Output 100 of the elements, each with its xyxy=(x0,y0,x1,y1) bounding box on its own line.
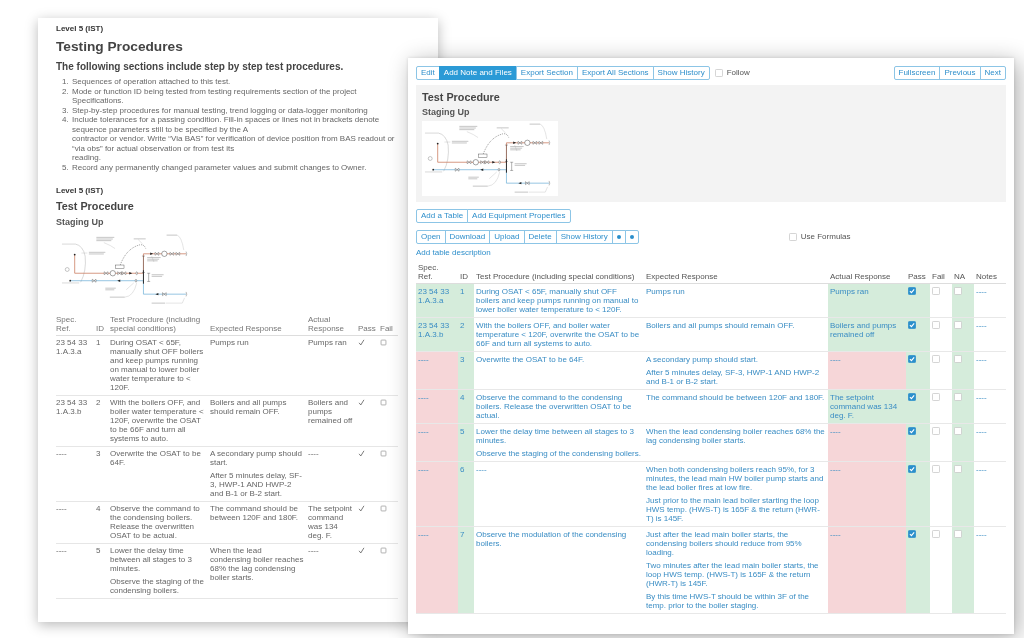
list-item-text: reading. xyxy=(72,153,102,163)
section-subtitle: Staging Up xyxy=(56,217,105,228)
table-cell: Boilers and pumps remained off xyxy=(308,395,358,447)
cell-text: By this time HWS-T should be within 3F of the temp. prior to the boiler staging. xyxy=(646,592,811,610)
cell-text: With the boilers OFF, and boiler water temperature < 120F, overwrite the OSAT to be 66F and turn all systems to auto. xyxy=(110,398,205,443)
table-cell: ---- xyxy=(56,446,96,502)
toolbar-button[interactable]: Export Section xyxy=(515,66,578,80)
cell-text: Observe the staging of the condensing boilers. xyxy=(110,577,205,595)
column-header: Expected Response xyxy=(646,272,718,281)
section-button[interactable]: Add a Table xyxy=(416,209,469,223)
cell-text: Observe the command to the condensing boilers. Release the overwritten OSAT to be actual. xyxy=(476,393,633,420)
cell-text: A secondary pump should start. xyxy=(210,449,304,467)
section-button[interactable]: Add Equipment Properties xyxy=(467,209,571,223)
cell-text: When the lead condensing boiler reaches 68% the lag condensing boiler starts. xyxy=(646,427,825,445)
cell-text: When the lead condensing boiler reaches 68% the lag condensing boiler starts. xyxy=(210,546,304,582)
table-cell: ---- xyxy=(974,461,1006,527)
table-button[interactable]: Download xyxy=(444,230,491,244)
table-cell: ---- xyxy=(308,543,358,599)
checkbox[interactable] xyxy=(788,233,797,241)
checkbox-label: Follow xyxy=(726,68,750,78)
table-cell: ---- xyxy=(416,526,458,614)
table-button[interactable]: Show History xyxy=(555,230,613,244)
table-cell: 4 xyxy=(96,501,110,544)
checkbox[interactable] xyxy=(954,321,962,329)
checkbox[interactable] xyxy=(908,465,916,473)
checkbox[interactable] xyxy=(714,69,723,77)
cell-text: Overwrite the OSAT to be 64F. xyxy=(476,355,586,364)
checkbox[interactable] xyxy=(954,465,962,473)
checkbox[interactable] xyxy=(908,287,916,295)
checkbox[interactable] xyxy=(954,355,962,363)
column-header: Test Procedure (including special conditions) xyxy=(110,315,202,333)
page-subtitle: The following sections include step by step test procedures. xyxy=(56,60,345,73)
cell-text: Boilers and all pumps should remain OFF. xyxy=(646,321,796,330)
cell-text: Overwrite the OSAT to be 64F. xyxy=(110,449,202,467)
checkbox-label: Use Formulas xyxy=(800,232,851,242)
checkbox[interactable] xyxy=(954,427,962,435)
cell-text: Pumps run xyxy=(210,338,250,347)
cell-text: When both condensing boilers reach 95%, for 3 minutes, the lead main HW boiler pump starts and the lead boiler fires at low fire. xyxy=(646,465,825,492)
checkbox[interactable] xyxy=(932,530,940,538)
list-number: 2. xyxy=(62,86,70,98)
table-cell: ---- xyxy=(974,283,1006,318)
table-button[interactable]: Delete xyxy=(523,230,557,244)
table-cell: 1 xyxy=(96,335,110,396)
table-cell: ---- xyxy=(828,423,906,462)
column-header: NA xyxy=(954,272,966,281)
cell-text: Two minutes after the lead main boiler starts, the loop HWS temp. (HWS-T) is 165F & the return (HWR-T) is 145F. xyxy=(646,561,820,588)
checkbox[interactable] xyxy=(932,465,940,473)
table-cell: 3 xyxy=(458,351,474,390)
toolbar-button[interactable]: Export All Sections xyxy=(576,66,654,80)
nav-button[interactable]: Next xyxy=(979,66,1006,80)
dot-icon xyxy=(616,235,621,239)
table-cell: ---- xyxy=(416,389,458,424)
checkbox[interactable] xyxy=(932,427,940,435)
checkbox[interactable] xyxy=(908,530,916,538)
toolbar-button[interactable]: Edit xyxy=(416,66,440,80)
table-cell: The setpoint command was 134 deg. F. xyxy=(828,389,906,424)
table-cell: 7 xyxy=(458,526,474,614)
cell-text: Boilers and all pumps should remain OFF. xyxy=(210,398,288,416)
column-header: Actual Response xyxy=(308,315,346,333)
checkbox[interactable] xyxy=(954,530,962,538)
checkbox[interactable] xyxy=(908,355,916,363)
checkbox[interactable] xyxy=(954,393,962,401)
nav-button[interactable]: Fullscreen xyxy=(893,66,941,80)
checkbox[interactable] xyxy=(908,427,916,435)
cell-text: Just after the lead main boiler starts, the condensing boilers should reduce from 95% loading. xyxy=(646,530,803,557)
checkbox[interactable] xyxy=(908,321,916,329)
table-cell: ---- xyxy=(56,543,96,599)
table-cell: Pumps ran xyxy=(308,335,358,396)
cell-text: Observe the command to the condensing boilers. Release the overwritten OSAT to be actual. xyxy=(110,504,201,540)
checkbox[interactable] xyxy=(932,355,940,363)
nav-button[interactable]: Previous xyxy=(939,66,981,80)
table-button[interactable]: Open xyxy=(416,230,446,244)
add-description-link[interactable]: Add table description xyxy=(416,248,491,257)
table-cell: ---- xyxy=(416,461,458,527)
checkbox[interactable] xyxy=(932,321,940,329)
table-cell: 4 xyxy=(458,389,474,424)
checkbox[interactable] xyxy=(908,393,916,401)
table-cell: 2 xyxy=(96,395,110,447)
table-cell: 5 xyxy=(96,543,110,599)
checkbox[interactable] xyxy=(932,393,940,401)
table-cell: Boilers and pumps remained off xyxy=(828,317,906,352)
table-cell: ---- xyxy=(308,446,358,502)
list-number: 4. xyxy=(62,115,70,126)
table-button[interactable]: Upload xyxy=(489,230,525,244)
checkbox[interactable] xyxy=(932,287,940,295)
column-header: Pass xyxy=(908,272,926,281)
toolbar-button[interactable]: Add Note and Files xyxy=(438,66,517,80)
column-header: Expected Response xyxy=(210,324,282,333)
cell-text: Just prior to the main lead boiler starting the loop HWS temp. (HWS-T) is 165F & the return (HWR-T) is 145F. xyxy=(646,496,821,523)
list-item-text: Step-by-step procedures for manual testing, trend logging or data-logger monitoring xyxy=(72,105,368,115)
table-cell: 23 54 33 1.A.3.b xyxy=(416,317,458,352)
table-cell: 6 xyxy=(458,461,474,527)
cell-text: After 5 minutes delay, SF-3, HWP-1 AND HWP-2 and B-1 or B-2 start. xyxy=(646,368,821,386)
list-number: 3. xyxy=(62,105,70,115)
cell-text: Observe the modulation of the condensing boilers. xyxy=(476,530,628,548)
table-cell: The setpoint command was 134 deg. F. xyxy=(308,501,358,544)
toolbar-button[interactable]: Show History xyxy=(652,66,710,80)
level-label: Level 5 (IST) xyxy=(56,186,105,196)
cell-text: After 5 minutes delay, SF-3, HWP-1 AND HWP-2 and B-1 or B-2 start. xyxy=(210,471,303,498)
checkbox[interactable] xyxy=(954,287,962,295)
